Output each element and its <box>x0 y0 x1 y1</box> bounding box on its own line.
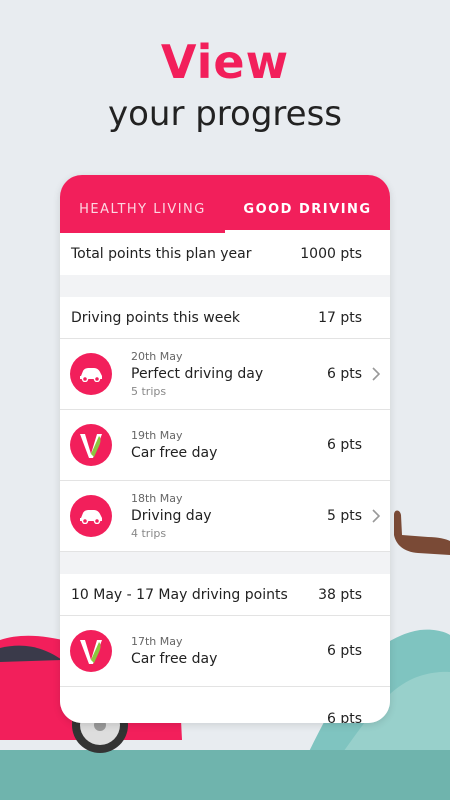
hand-illustration <box>394 510 450 555</box>
headline-title: View <box>160 35 290 89</box>
list-item[interactable]: 17th May Car free day 6 pts <box>60 616 390 687</box>
tab-bar: HEALTHY LIVING GOOD DRIVING <box>60 175 390 233</box>
headline: View your progress <box>0 36 450 140</box>
headline-subtitle: your progress <box>107 94 343 134</box>
section-value: 17 pts <box>318 309 362 326</box>
item-points: 6 pts <box>326 366 362 382</box>
item-points: 6 pts <box>326 711 362 723</box>
item-subtitle: 5 trips <box>131 385 167 398</box>
list-item[interactable]: 20th May Perfect driving day 5 trips 6 p… <box>60 339 390 410</box>
vitality-v-icon <box>70 424 112 466</box>
item-subtitle: 4 trips <box>131 527 167 540</box>
car-icon <box>70 495 112 537</box>
car-icon <box>70 353 112 395</box>
total-points-row: Total points this plan year 1000 pts <box>60 233 390 275</box>
section-header: 10 May - 17 May driving points 38 pts <box>60 574 390 616</box>
list-item[interactable]: 18th May Driving day 4 trips 5 pts <box>60 481 390 552</box>
chevron-right-icon <box>372 509 380 523</box>
ground <box>0 750 450 800</box>
phone-card: HEALTHY LIVING GOOD DRIVING Total points… <box>60 175 390 723</box>
section-label: 10 May - 17 May driving points <box>71 586 288 603</box>
total-points-value: 1000 pts <box>300 246 362 262</box>
total-points-label: Total points this plan year <box>71 246 252 262</box>
section-label: Driving points this week <box>71 309 241 326</box>
chevron-right-icon <box>372 367 380 381</box>
list-item[interactable]: 6 pts <box>60 687 390 723</box>
item-points: 6 pts <box>326 437 362 453</box>
tab-good-driving[interactable]: GOOD DRIVING <box>225 175 390 233</box>
item-points: 6 pts <box>326 643 362 659</box>
item-points: 5 pts <box>326 508 362 524</box>
vitality-v-icon <box>70 630 112 672</box>
section-value: 38 pts <box>318 586 362 603</box>
tab-healthy-living[interactable]: HEALTHY LIVING <box>60 175 225 233</box>
item-date: 18th May <box>131 492 183 505</box>
this-week-section: Driving points this week 17 pts 20th May… <box>60 297 390 552</box>
last-week-section: 10 May - 17 May driving points 38 pts 17… <box>60 574 390 723</box>
item-date: 20th May <box>131 350 183 363</box>
list-item[interactable]: 19th May Car free day 6 pts <box>60 410 390 481</box>
section-header: Driving points this week 17 pts <box>60 297 390 339</box>
